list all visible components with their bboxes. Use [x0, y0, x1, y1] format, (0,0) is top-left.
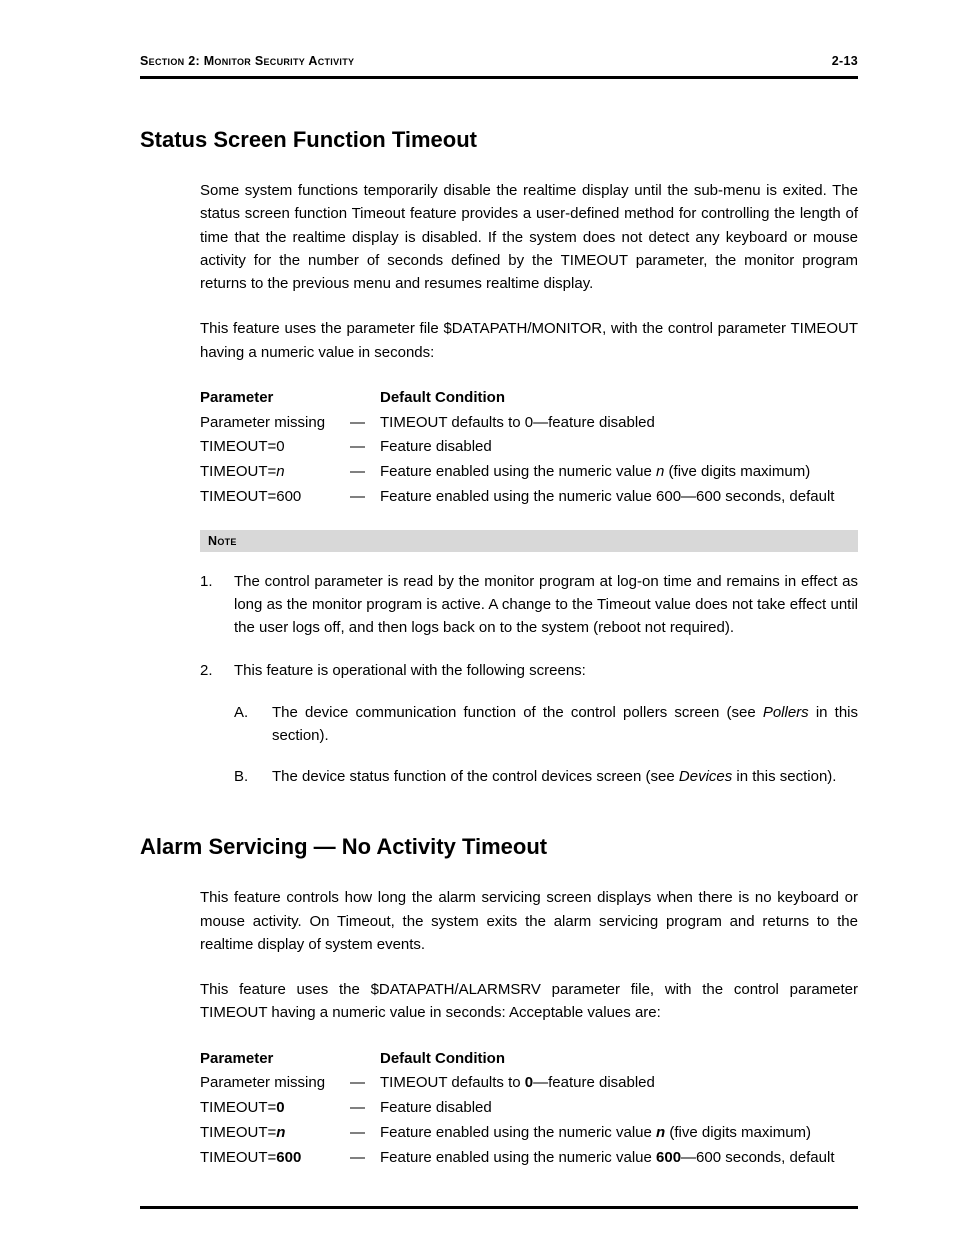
table-row: Parameter missing — TIMEOUT defaults to … — [200, 411, 858, 436]
table-row: TIMEOUT=n — Feature enabled using the nu… — [200, 1121, 858, 1146]
s1-table-head-cond: Default Condition — [380, 386, 858, 411]
table-row: TIMEOUT=0 — Feature disabled — [200, 435, 858, 460]
table-row: TIMEOUT=600 — Feature enabled using the … — [200, 485, 858, 510]
note-label: Note — [208, 534, 237, 548]
page: Section 2: Monitor Security Activity 2-1… — [0, 0, 954, 1249]
header-section-title: Monitor Security Activity — [204, 54, 355, 68]
s2-table-head-cond: Default Condition — [380, 1047, 858, 1072]
header-section: Section 2: Monitor Security Activity — [140, 54, 354, 68]
table-row: Parameter missing — TIMEOUT defaults to … — [200, 1071, 858, 1096]
section2-para2: This feature uses the $DATAPATH/ALARMSRV… — [200, 978, 858, 1025]
section2-body: This feature controls how long the alarm… — [200, 886, 858, 1170]
section1-para1: Some system functions temporarily disabl… — [200, 179, 858, 295]
section1-para2: This feature uses the parameter file $DA… — [200, 317, 858, 364]
list-item: 1. The control parameter is read by the … — [200, 570, 858, 640]
section2-para1: This feature controls how long the alarm… — [200, 886, 858, 956]
notes-sublist: A. The device communication function of … — [234, 701, 858, 789]
list-item: A. The device communication function of … — [234, 701, 858, 748]
section1-title: Status Screen Function Timeout — [140, 127, 858, 153]
header-section-prefix: Section 2: — [140, 54, 204, 68]
section2-title: Alarm Servicing — No Activity Timeout — [140, 834, 858, 860]
section2-param-table: Parameter Default Condition Parameter mi… — [200, 1047, 858, 1171]
notes-list: 1. The control parameter is read by the … — [200, 570, 858, 807]
list-item: 2. This feature is operational with the … — [200, 659, 858, 806]
table-row: TIMEOUT=600 — Feature enabled using the … — [200, 1146, 858, 1171]
header-page-number: 2-13 — [832, 54, 858, 68]
section1-param-table: Parameter Default Condition Parameter mi… — [200, 386, 858, 510]
table-row: TIMEOUT=n — Feature enabled using the nu… — [200, 460, 858, 485]
page-header: Section 2: Monitor Security Activity 2-1… — [140, 54, 858, 79]
s2-table-head-param: Parameter — [200, 1047, 350, 1072]
footer-rule — [140, 1206, 858, 1209]
table-row: TIMEOUT=0 — Feature disabled — [200, 1096, 858, 1121]
s1-table-head-param: Parameter — [200, 386, 350, 411]
note-label-bar: Note — [200, 530, 858, 552]
list-item: B. The device status function of the con… — [234, 765, 858, 788]
section1-body: Some system functions temporarily disabl… — [200, 179, 858, 806]
